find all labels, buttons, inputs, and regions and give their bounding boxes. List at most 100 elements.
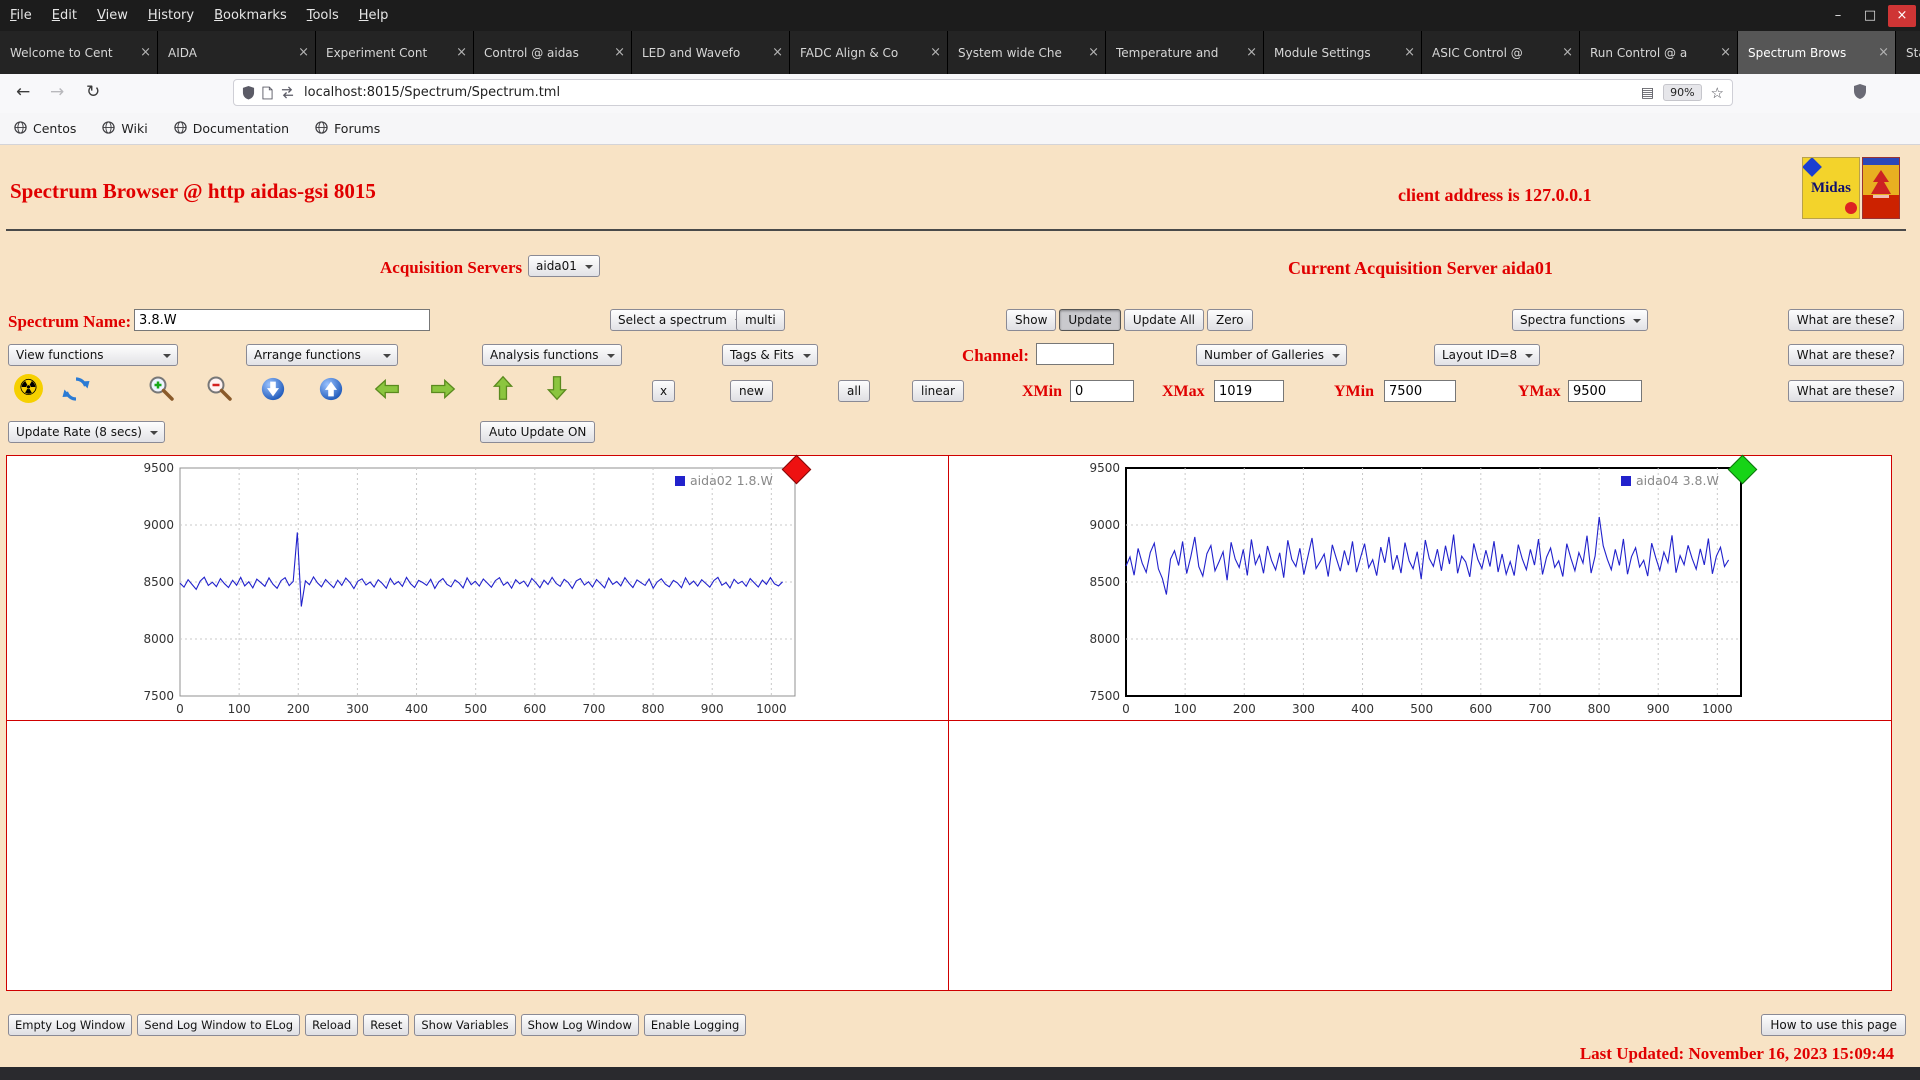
radiation-icon[interactable]: ☢ <box>14 374 43 403</box>
tab-module-settings[interactable]: Module Settings × <box>1264 31 1422 74</box>
what-are-these-button-3[interactable]: What are these? <box>1787 380 1904 402</box>
extension-shield-icon[interactable] <box>1852 83 1868 104</box>
zoom-in-icon[interactable] <box>146 373 176 403</box>
reload-icon[interactable]: ↻ <box>86 82 100 102</box>
spectrum-name-input[interactable] <box>134 309 430 331</box>
url-bar[interactable]: localhost:8015/Spectrum/Spectrum.tml ▤ 9… <box>233 79 1733 106</box>
reader-mode-icon[interactable]: ▤ <box>1641 85 1654 101</box>
forward-icon[interactable]: → <box>50 82 64 102</box>
spectrum-chart-2[interactable]: 7500 8000 8500 9000 9500 0 100 200 300 400 500 600 7… <box>1076 461 1748 728</box>
gallery-cell-4[interactable] <box>949 721 1891 990</box>
spectrum-plot[interactable]: 7500 8000 8500 9000 9500 0 100 200 300 400 500 600 7… <box>130 461 802 724</box>
bookmark-forums[interactable]: Forums <box>315 120 380 137</box>
menu-bookmarks[interactable]: Bookmarks <box>204 0 297 31</box>
all-button[interactable]: all <box>838 380 871 402</box>
tab-run-control-a[interactable]: Run Control @ a × <box>1580 31 1738 74</box>
tab-aida[interactable]: AIDA × <box>158 31 316 74</box>
zoom-level[interactable]: 90% <box>1663 84 1702 101</box>
pan-right-icon[interactable] <box>428 376 458 402</box>
tab-experiment-cont[interactable]: Experiment Cont × <box>316 31 474 74</box>
site-permissions-icon[interactable] <box>280 86 295 99</box>
close-icon[interactable]: × <box>1888 4 1916 27</box>
tab-close-icon[interactable]: × <box>772 45 783 60</box>
tab-close-icon[interactable]: × <box>1404 45 1415 60</box>
bookmark-documentation[interactable]: Documentation <box>174 120 289 137</box>
tab-close-icon[interactable]: × <box>140 45 151 60</box>
tab-statistics-aida[interactable]: Statistics @ aida× <box>1896 31 1920 74</box>
tab-close-icon[interactable]: × <box>1720 45 1731 60</box>
tab-asic-control[interactable]: ASIC Control @ × <box>1422 31 1580 74</box>
show-variables-button[interactable]: Show Variables <box>414 1014 516 1036</box>
ymin-input[interactable] <box>1384 380 1456 402</box>
tab-close-icon[interactable]: × <box>1088 45 1099 60</box>
tab-led-and-wavefo[interactable]: LED and Wavefo × <box>632 31 790 74</box>
arrange-functions-dropdown[interactable]: Arrange functions <box>246 344 398 366</box>
tab-close-icon[interactable]: × <box>298 45 309 60</box>
x-button[interactable]: x <box>652 380 676 402</box>
update-all-button[interactable]: Update All <box>1123 309 1205 331</box>
update-rate-dropdown[interactable]: Update Rate (8 secs) <box>8 421 165 443</box>
select-spectrum-dropdown[interactable]: Select a spectrum <box>610 309 750 331</box>
autoscale-up-icon[interactable] <box>318 376 344 402</box>
number-of-galleries-dropdown[interactable]: Number of Galleries <box>1196 344 1348 366</box>
xmax-input[interactable] <box>1214 380 1284 402</box>
pan-up-icon[interactable] <box>490 373 516 403</box>
how-to-use-button[interactable]: How to use this page <box>1761 1014 1906 1036</box>
show-button[interactable]: Show <box>1006 309 1057 331</box>
refresh-icon[interactable] <box>62 375 90 403</box>
analysis-functions-dropdown[interactable]: Analysis functions <box>482 344 622 366</box>
ymax-input[interactable] <box>1568 380 1642 402</box>
reload-button[interactable]: Reload <box>305 1014 359 1036</box>
tab-control-aidas[interactable]: Control @ aidas × <box>474 31 632 74</box>
url-text[interactable]: localhost:8015/Spectrum/Spectrum.tml <box>304 85 560 100</box>
view-functions-dropdown[interactable]: View functions <box>8 344 178 366</box>
multi-button[interactable]: multi <box>736 309 785 331</box>
reset-button[interactable]: Reset <box>363 1014 410 1036</box>
tab-spectrum-brows[interactable]: Spectrum Brows × <box>1738 31 1896 74</box>
tab-system-wide-che[interactable]: System wide Che × <box>948 31 1106 74</box>
menu-view[interactable]: View <box>87 0 138 31</box>
zero-button[interactable]: Zero <box>1207 309 1253 331</box>
tab-close-icon[interactable]: × <box>614 45 625 60</box>
autoscale-down-icon[interactable] <box>260 376 286 402</box>
what-are-these-button-2[interactable]: What are these? <box>1787 344 1904 366</box>
auto-update-button[interactable]: Auto Update ON <box>480 421 596 443</box>
xmin-input[interactable] <box>1070 380 1134 402</box>
layout-id-dropdown[interactable]: Layout ID=8 <box>1434 344 1541 366</box>
spectra-functions-dropdown[interactable]: Spectra functions <box>1512 309 1649 331</box>
enable-logging-button[interactable]: Enable Logging <box>643 1014 747 1036</box>
linear-button[interactable]: linear <box>912 380 964 402</box>
tab-close-icon[interactable]: × <box>1246 45 1257 60</box>
spectrum-plot[interactable]: 7500 8000 8500 9000 9500 0 100 200 300 400 500 600 7… <box>1076 461 1748 724</box>
bookmark-centos[interactable]: Centos <box>14 120 76 137</box>
update-button[interactable]: Update <box>1059 309 1121 331</box>
shield-icon[interactable] <box>242 85 255 100</box>
gallery-cell-3[interactable] <box>7 721 949 990</box>
pan-left-icon[interactable] <box>372 376 402 402</box>
empty-log-window-button[interactable]: Empty Log Window <box>8 1014 133 1036</box>
tab-welcome-to-cent[interactable]: Welcome to Cent × <box>0 31 158 74</box>
acquisition-server-select[interactable]: aida01 <box>528 255 600 277</box>
show-log-window-button[interactable]: Show Log Window <box>520 1014 639 1036</box>
tab-temperature-and[interactable]: Temperature and × <box>1106 31 1264 74</box>
tab-close-icon[interactable]: × <box>1878 45 1889 60</box>
channel-input[interactable] <box>1036 343 1114 365</box>
tab-fadc-align-co[interactable]: FADC Align & Co × <box>790 31 948 74</box>
zoom-out-icon[interactable] <box>204 373 234 403</box>
menu-tools[interactable]: Tools <box>297 0 349 31</box>
send-log-window-to-elog-button[interactable]: Send Log Window to ELog <box>137 1014 301 1036</box>
menu-help[interactable]: Help <box>349 0 399 31</box>
tab-close-icon[interactable]: × <box>1562 45 1573 60</box>
tab-close-icon[interactable]: × <box>456 45 467 60</box>
tab-close-icon[interactable]: × <box>930 45 941 60</box>
new-button[interactable]: new <box>730 380 773 402</box>
minimize-icon[interactable]: – <box>1824 5 1852 27</box>
menu-file[interactable]: File <box>0 0 42 31</box>
maximize-icon[interactable]: □ <box>1856 5 1884 27</box>
bookmark-star-icon[interactable]: ☆ <box>1711 84 1724 102</box>
bookmark-wiki[interactable]: Wiki <box>102 120 148 137</box>
back-icon[interactable]: ← <box>16 82 30 102</box>
tags-fits-dropdown[interactable]: Tags & Fits <box>722 344 818 366</box>
pan-down-icon[interactable] <box>544 373 570 403</box>
menu-history[interactable]: History <box>138 0 204 31</box>
